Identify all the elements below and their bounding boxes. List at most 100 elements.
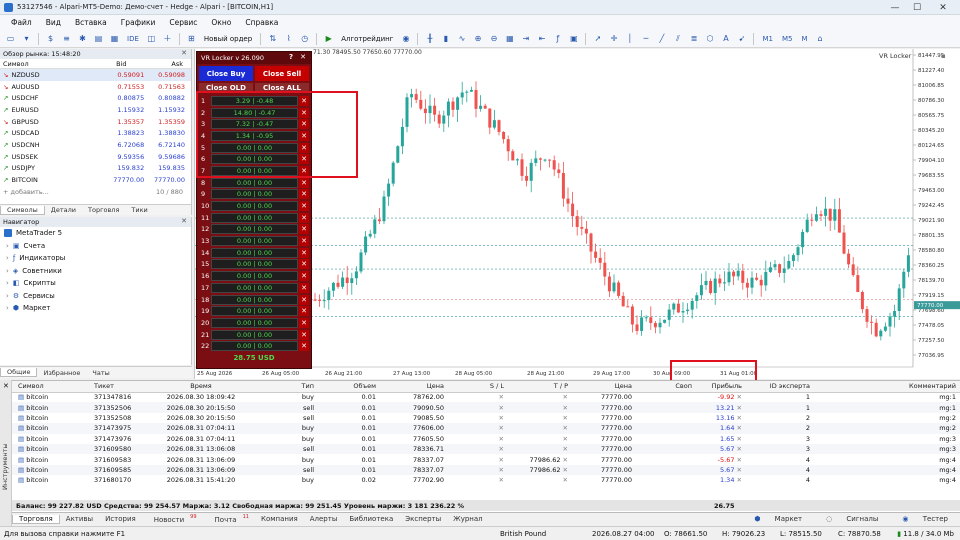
- tp-cell[interactable]: ✕: [504, 413, 568, 423]
- tp-cell[interactable]: ✕: [504, 434, 568, 444]
- close-icon[interactable]: ✕: [499, 466, 504, 474]
- market-watch-row[interactable]: ↗ BITCOIN 77770.00 77770.00: [0, 174, 191, 186]
- menu-charts[interactable]: Графики: [114, 18, 163, 27]
- market-watch-row[interactable]: ↗ USDJPY 159.832 159.835: [0, 163, 191, 175]
- col-volume[interactable]: Объем: [314, 381, 376, 393]
- zoom-in-icon[interactable]: ⊕: [471, 32, 484, 46]
- tab-company[interactable]: Компания: [255, 515, 304, 523]
- timeframe-m1[interactable]: M1: [759, 35, 776, 43]
- col-current-price[interactable]: Цена: [568, 381, 632, 393]
- close-icon[interactable]: ✕: [181, 49, 187, 57]
- close-icon[interactable]: ✕: [563, 424, 568, 432]
- col-price[interactable]: Цена: [376, 381, 444, 393]
- tp-cell[interactable]: 77986.62 ✕: [504, 465, 568, 475]
- tp-cell[interactable]: ✕: [504, 402, 568, 412]
- close-icon[interactable]: ✕: [299, 201, 309, 212]
- close-icon[interactable]: ✕: [299, 329, 309, 340]
- close-icon[interactable]: ✕: [499, 404, 504, 412]
- tab-alerts[interactable]: Алерты: [304, 515, 344, 523]
- trendline-icon[interactable]: ╱: [655, 32, 668, 46]
- nav-root[interactable]: MetaTrader 5: [0, 227, 191, 240]
- sl-cell[interactable]: ✕: [444, 454, 504, 464]
- close-icon[interactable]: ✕: [299, 189, 309, 200]
- tab-favorites[interactable]: Избранное: [37, 369, 86, 377]
- zoom-out-icon[interactable]: ⊖: [487, 32, 500, 46]
- sl-cell[interactable]: ✕: [444, 402, 504, 412]
- close-icon[interactable]: ✕: [299, 306, 309, 317]
- nav-item-services[interactable]: › ⚙ Сервисы: [0, 290, 191, 303]
- tab-mail[interactable]: Почта 11: [203, 514, 255, 523]
- tab-assets[interactable]: Активы: [60, 515, 99, 523]
- close-position-icon[interactable]: ✕: [737, 393, 742, 401]
- tab-trade[interactable]: Торговля: [12, 514, 60, 524]
- new-chart-icon[interactable]: ▭: [4, 32, 17, 46]
- close-icon[interactable]: ✕: [299, 154, 309, 165]
- close-all-button[interactable]: Close ALL: [255, 83, 309, 92]
- database-icon[interactable]: ◫: [145, 32, 158, 46]
- col-comment[interactable]: Комментарий: [810, 381, 960, 393]
- close-icon[interactable]: ✕: [299, 271, 309, 282]
- market-watch-row[interactable]: ↘ AUDUSD 0.71553 0.71563: [0, 81, 191, 93]
- close-icon[interactable]: ✕: [181, 217, 187, 225]
- sl-cell[interactable]: ✕: [444, 444, 504, 454]
- signals-link[interactable]: ◌ Сигналы: [814, 515, 890, 523]
- close-icon[interactable]: ✕: [563, 393, 568, 401]
- new-order-icon[interactable]: ⊞: [185, 32, 198, 46]
- fibo-icon[interactable]: ≣: [687, 32, 700, 46]
- close-icon[interactable]: ✕: [563, 466, 568, 474]
- trade-row[interactable]: ▤ bitcoin 371352508 2026.08.30 20:15:50 sel…: [12, 413, 960, 423]
- menu-insert[interactable]: Вставка: [68, 18, 114, 27]
- vertical-line-icon[interactable]: │: [623, 32, 636, 46]
- autoscroll-icon[interactable]: ⇥: [519, 32, 532, 46]
- close-position-icon[interactable]: ✕: [737, 466, 742, 474]
- cursor-icon[interactable]: ➚: [591, 32, 604, 46]
- sl-cell[interactable]: ✕: [444, 475, 504, 485]
- market-link[interactable]: ⬢ Маркет: [742, 515, 814, 523]
- close-icon[interactable]: ✕: [299, 107, 309, 118]
- tab-trading[interactable]: Торговля: [82, 206, 125, 214]
- close-buy-button[interactable]: Close Buy: [199, 66, 253, 81]
- close-icon[interactable]: ✕: [300, 53, 306, 61]
- close-position-icon[interactable]: ✕: [737, 456, 742, 464]
- tp-cell[interactable]: ✕: [504, 392, 568, 402]
- text-icon[interactable]: A: [719, 32, 732, 46]
- market-watch-row[interactable]: ↘ NZDUSD 0.59091 0.59098: [0, 69, 191, 81]
- market-watch-row[interactable]: ↗ EURUSD 1.15932 1.15932: [0, 104, 191, 116]
- candle-chart-icon[interactable]: ▮: [439, 32, 452, 46]
- camera-icon[interactable]: ◉: [399, 32, 412, 46]
- sl-cell[interactable]: ✕: [444, 434, 504, 444]
- data-window-icon[interactable]: ≡: [60, 32, 73, 46]
- timeframe-more[interactable]: M: [798, 35, 810, 43]
- ide-button[interactable]: IDE: [124, 35, 142, 43]
- timeframe-m5[interactable]: M5: [779, 35, 796, 43]
- add-symbol-row[interactable]: + добавить... 10 / 880: [0, 186, 191, 198]
- close-icon[interactable]: ✕: [563, 414, 568, 422]
- trade-row[interactable]: ▤ bitcoin 371680170 2026.08.31 15:41:20 buy…: [12, 475, 960, 485]
- close-icon[interactable]: ✕: [499, 435, 504, 443]
- trade-row[interactable]: ▤ bitcoin 371473976 2026.08.31 07:04:11 buy…: [12, 434, 960, 444]
- trade-row[interactable]: ▤ bitcoin 371473975 2026.08.31 07:04:11 buy…: [12, 423, 960, 434]
- market-watch-row[interactable]: ↘ GBPUSD 1.35357 1.35359: [0, 116, 191, 128]
- close-icon[interactable]: ✕: [563, 456, 568, 464]
- period-icon[interactable]: ⌂: [813, 32, 826, 46]
- close-icon[interactable]: ✕: [563, 404, 568, 412]
- close-icon[interactable]: ✕: [299, 224, 309, 235]
- close-icon[interactable]: ✕: [299, 95, 309, 106]
- tester-link[interactable]: ◉ Тестер: [890, 515, 960, 523]
- close-icon[interactable]: ✕: [499, 476, 504, 484]
- close-icon[interactable]: ✕: [299, 259, 309, 270]
- sl-cell[interactable]: ✕: [444, 423, 504, 433]
- close-icon[interactable]: ✕: [299, 119, 309, 130]
- col-expert-id[interactable]: ID эксперта: [742, 381, 810, 393]
- sl-cell[interactable]: ✕: [444, 413, 504, 423]
- grid-icon[interactable]: ▦: [503, 32, 516, 46]
- trade-row[interactable]: ▤ bitcoin 371609583 2026.08.31 13:06:09 buy…: [12, 454, 960, 464]
- line-chart-icon[interactable]: ∿: [455, 32, 468, 46]
- tab-general[interactable]: Общие: [0, 368, 38, 377]
- sl-cell[interactable]: ✕: [444, 465, 504, 475]
- close-old-button[interactable]: Close OLD: [199, 83, 253, 92]
- close-position-icon[interactable]: ✕: [737, 445, 742, 453]
- market-watch-row[interactable]: ↗ USDCAD 1.38823 1.38830: [0, 127, 191, 139]
- plus-icon[interactable]: ＋: [161, 32, 174, 46]
- menu-window[interactable]: Окно: [204, 18, 238, 27]
